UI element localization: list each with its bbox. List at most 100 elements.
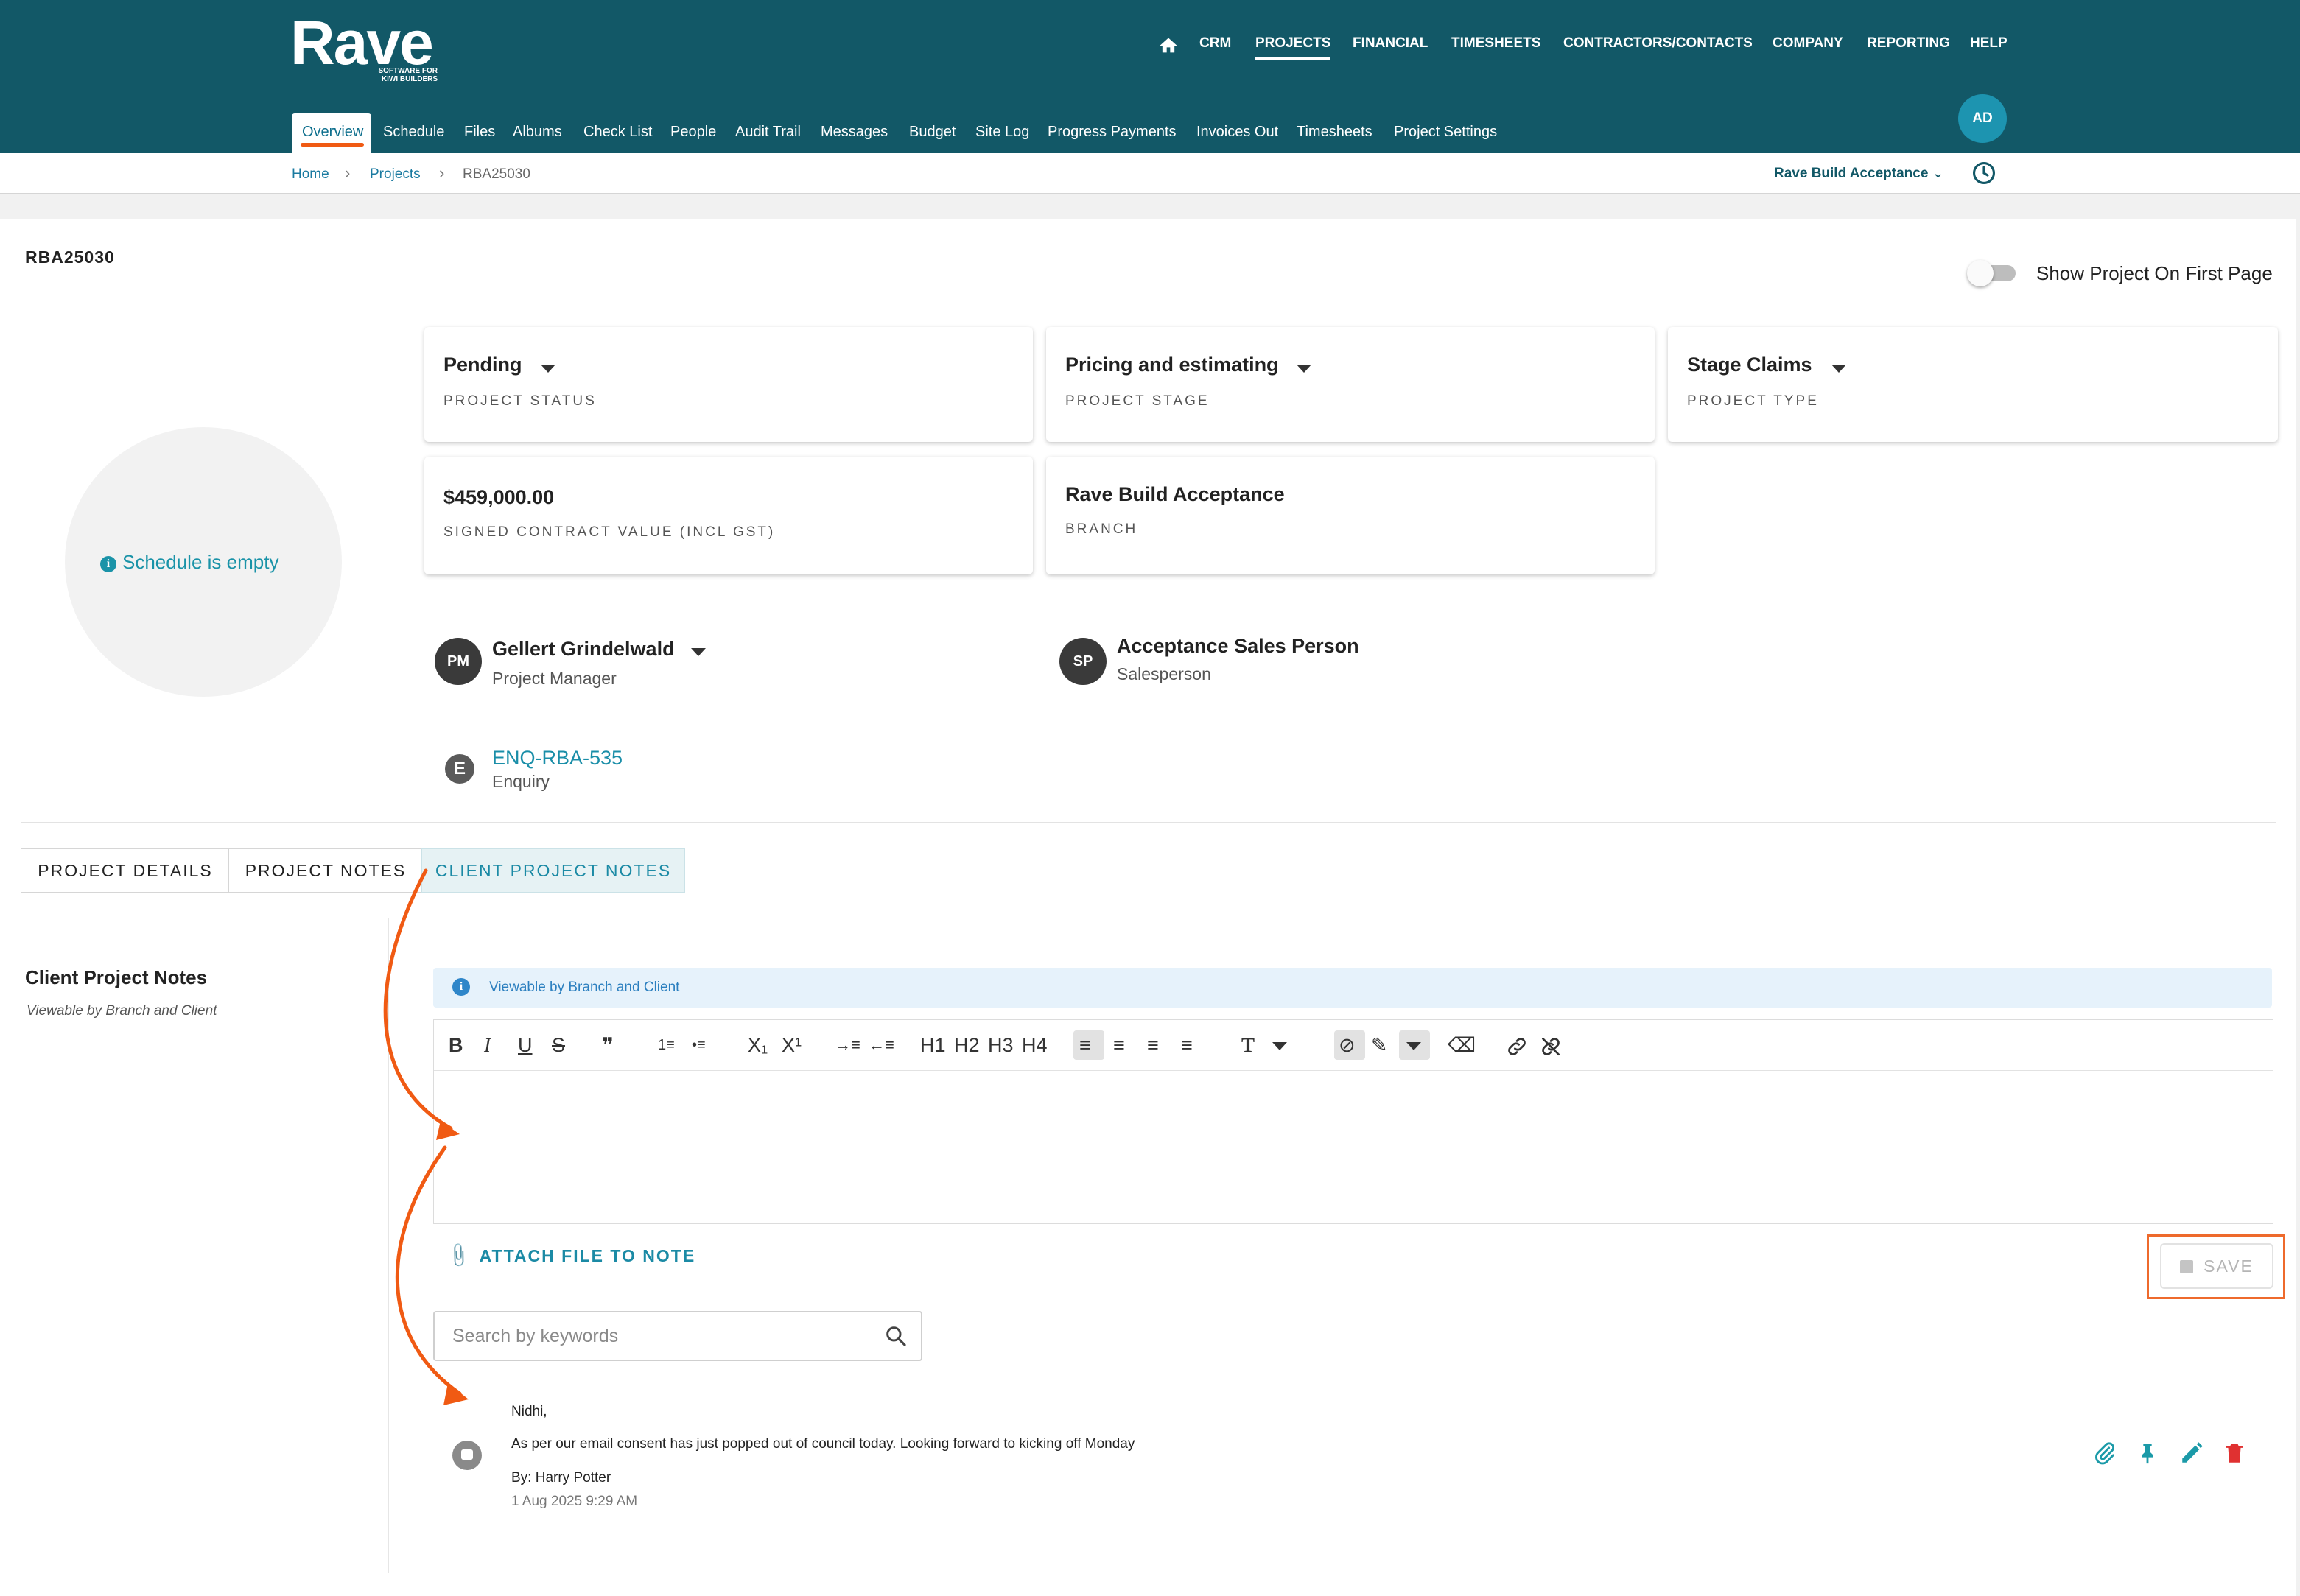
- notes-search[interactable]: [433, 1311, 922, 1361]
- pin-icon[interactable]: [2135, 1441, 2160, 1466]
- contract-value-label: SIGNED CONTRACT VALUE (INCL GST): [443, 524, 776, 540]
- project-stage-label: PROJECT STAGE: [1065, 393, 1210, 409]
- delete-icon[interactable]: [2222, 1441, 2247, 1466]
- visibility-banner-text: Viewable by Branch and Client: [489, 980, 680, 995]
- pm-role: Project Manager: [492, 669, 617, 688]
- link-icon[interactable]: [1505, 1035, 1529, 1058]
- topnav-projects[interactable]: PROJECTS: [1255, 35, 1331, 60]
- subscript-icon[interactable]: X₁: [748, 1033, 768, 1057]
- rich-text-editor[interactable]: B I U S ❞ 1≡ •≡ X₁ X¹ →≡ ←≡ H1 H2 H3 H4 …: [433, 1019, 2273, 1224]
- underline-icon[interactable]: U: [518, 1033, 533, 1057]
- subnav-overview[interactable]: Overview: [292, 113, 371, 153]
- project-type-label: PROJECT TYPE: [1687, 393, 1819, 409]
- search-input[interactable]: [451, 1323, 866, 1349]
- caret-down-icon[interactable]: [1831, 365, 1846, 373]
- align-right-icon[interactable]: ≡: [1147, 1033, 1159, 1057]
- caret-down-icon[interactable]: [691, 648, 706, 656]
- subnav-site-log[interactable]: Site Log: [975, 124, 1029, 141]
- blockquote-icon[interactable]: ❞: [602, 1033, 614, 1057]
- subnav-invoices-out[interactable]: Invoices Out: [1196, 124, 1278, 141]
- topnav-financial[interactable]: FINANCIAL: [1353, 35, 1428, 52]
- subnav-project-settings[interactable]: Project Settings: [1394, 124, 1497, 141]
- topnav-crm[interactable]: CRM: [1199, 35, 1231, 52]
- align-center-icon[interactable]: ≡: [1113, 1033, 1125, 1057]
- font-size-icon[interactable]: T: [1241, 1033, 1255, 1057]
- enquiry-icon: E: [445, 754, 474, 784]
- subnav-people[interactable]: People: [670, 124, 716, 141]
- breadcrumb-home[interactable]: Home: [292, 166, 329, 183]
- branch-selector[interactable]: Rave Build Acceptance ⌄: [1774, 165, 1944, 182]
- note-author: By: Harry Potter: [511, 1470, 611, 1486]
- breadcrumb-current: RBA25030: [463, 166, 530, 182]
- tab-project-details[interactable]: PROJECT DETAILS: [21, 848, 230, 893]
- toggle-knob[interactable]: [1967, 260, 1994, 286]
- attach-file-button[interactable]: 📎 ATTACH FILE TO NOTE: [445, 1241, 695, 1270]
- project-status-value: Pending: [443, 354, 522, 376]
- project-status-card[interactable]: Pending PROJECT STATUS: [424, 327, 1033, 442]
- branch-selector-label: Rave Build Acceptance: [1774, 166, 1929, 181]
- attach-icon[interactable]: [2092, 1441, 2117, 1466]
- topnav-help[interactable]: HELP: [1970, 35, 2008, 52]
- caret-down-icon[interactable]: [1406, 1042, 1421, 1050]
- topnav-company[interactable]: COMPANY: [1773, 35, 1843, 52]
- unlink-icon[interactable]: [1539, 1035, 1563, 1058]
- indent-icon[interactable]: →≡: [835, 1033, 860, 1057]
- caret-down-icon[interactable]: [1297, 365, 1311, 373]
- pm-avatar: PM: [435, 638, 482, 685]
- sp-avatar: SP: [1059, 638, 1107, 685]
- topnav-timesheets[interactable]: TIMESHEETS: [1451, 35, 1540, 52]
- subnav-albums[interactable]: Albums: [513, 124, 562, 141]
- subnav-files[interactable]: Files: [464, 124, 495, 141]
- branch-value: Rave Build Acceptance: [1065, 483, 1285, 505]
- save-button[interactable]: SAVE: [2160, 1243, 2273, 1289]
- subnav-messages[interactable]: Messages: [821, 124, 888, 141]
- caret-down-icon[interactable]: [1272, 1042, 1287, 1050]
- topnav-contractors[interactable]: CONTRACTORS/CONTACTS: [1563, 35, 1753, 52]
- project-type-card[interactable]: Stage Claims PROJECT TYPE: [1668, 327, 2278, 442]
- topnav-reporting[interactable]: REPORTING: [1867, 35, 1950, 52]
- search-icon[interactable]: [884, 1324, 908, 1348]
- superscript-icon[interactable]: X¹: [782, 1033, 802, 1057]
- heading1-button[interactable]: H1: [920, 1033, 946, 1057]
- notes-subheading: Viewable by Branch and Client: [27, 1003, 217, 1019]
- ordered-list-icon[interactable]: 1≡: [658, 1033, 675, 1057]
- highlighter-icon[interactable]: ✎: [1371, 1033, 1388, 1057]
- subnav-budget[interactable]: Budget: [909, 124, 956, 141]
- save-label: SAVE: [2203, 1256, 2254, 1276]
- eraser-icon[interactable]: ⌫: [1448, 1033, 1476, 1057]
- home-icon[interactable]: [1158, 35, 1179, 56]
- align-justify-icon[interactable]: ≡: [1181, 1033, 1193, 1057]
- enquiry-label: Enquiry: [492, 772, 550, 791]
- bullet-list-icon[interactable]: •≡: [692, 1033, 706, 1057]
- outdent-icon[interactable]: ←≡: [869, 1033, 894, 1057]
- schedule-empty-text: Schedule is empty: [122, 551, 279, 573]
- pm-name: Gellert Grindelwald: [492, 638, 675, 660]
- chevron-right-icon: ›: [345, 164, 351, 182]
- clear-color-icon[interactable]: ⊘: [1339, 1033, 1356, 1057]
- enquiry-link[interactable]: ENQ-RBA-535: [492, 747, 623, 770]
- caret-down-icon[interactable]: [541, 365, 555, 373]
- clock-history-icon[interactable]: [1971, 161, 1996, 186]
- subnav-timesheets[interactable]: Timesheets: [1297, 124, 1372, 141]
- strikethrough-icon[interactable]: S: [552, 1033, 565, 1057]
- subnav-progress-payments[interactable]: Progress Payments: [1048, 124, 1177, 141]
- project-stage-card[interactable]: Pricing and estimating PROJECT STAGE: [1046, 327, 1655, 442]
- subnav-schedule[interactable]: Schedule: [383, 124, 444, 141]
- edit-icon[interactable]: [2179, 1441, 2204, 1466]
- project-status-label: PROJECT STATUS: [443, 393, 597, 409]
- note-body: As per our email consent has just popped…: [511, 1436, 1135, 1452]
- project-type-value: Stage Claims: [1687, 354, 1812, 376]
- breadcrumb-projects[interactable]: Projects: [370, 166, 421, 183]
- heading2-button[interactable]: H2: [954, 1033, 980, 1057]
- sp-name: Acceptance Sales Person: [1117, 635, 1359, 657]
- user-avatar[interactable]: AD: [1958, 94, 2007, 143]
- subnav-audit-trail[interactable]: Audit Trail: [735, 124, 801, 141]
- heading4-button[interactable]: H4: [1022, 1033, 1048, 1057]
- notes-heading: Client Project Notes: [25, 966, 208, 988]
- subnav-overview-label: Overview: [302, 124, 364, 140]
- align-left-icon[interactable]: ≡: [1079, 1033, 1091, 1057]
- floppy-disk-icon: [2180, 1260, 2194, 1273]
- heading3-button[interactable]: H3: [988, 1033, 1014, 1057]
- contract-value-card: $459,000.00 SIGNED CONTRACT VALUE (INCL …: [424, 457, 1033, 574]
- subnav-check-list[interactable]: Check List: [583, 124, 652, 141]
